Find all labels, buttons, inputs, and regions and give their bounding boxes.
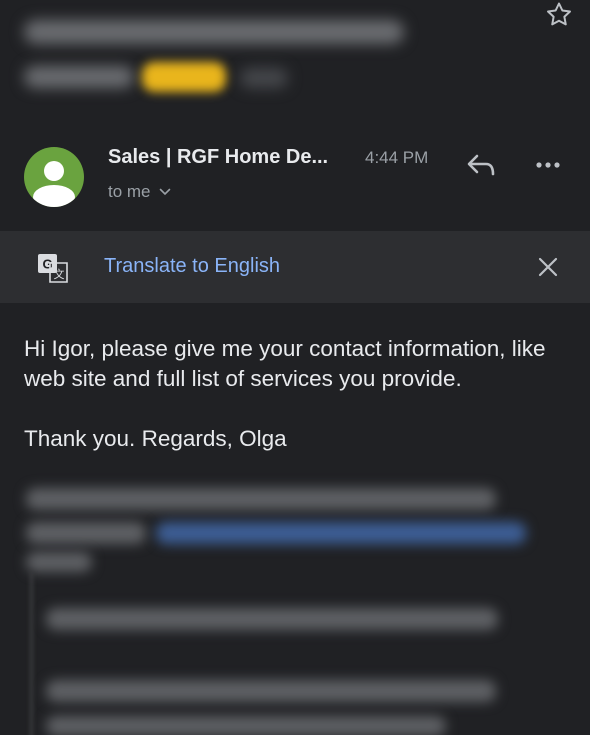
translate-banner: G 文 Translate to English <box>0 231 590 303</box>
translate-link[interactable]: Translate to English <box>104 255 280 278</box>
translate-icon: G 文 <box>38 254 68 283</box>
close-icon[interactable] <box>536 255 560 279</box>
recipient-toggle[interactable]: to me <box>108 182 171 202</box>
email-body: Hi Igor, please give me your contact inf… <box>24 334 574 454</box>
email-header: Sales | RGF Home De... 4:44 PM to me <box>0 140 590 215</box>
svg-text:文: 文 <box>54 267 65 281</box>
sender-name[interactable]: Sales | RGF Home De... <box>108 146 328 169</box>
star-icon[interactable] <box>544 0 574 30</box>
email-subject-blurred <box>22 8 542 98</box>
more-options-icon[interactable] <box>534 155 564 175</box>
recipient-label: to me <box>108 182 151 201</box>
body-paragraph: Hi Igor, please give me your contact inf… <box>24 336 546 391</box>
email-view: Sales | RGF Home De... 4:44 PM to me G 文… <box>0 0 590 735</box>
reply-icon[interactable] <box>464 150 498 180</box>
email-time: 4:44 PM <box>365 148 429 167</box>
person-icon <box>33 161 75 207</box>
svg-text:G: G <box>42 257 52 272</box>
body-paragraph: Thank you. Regards, Olga <box>24 426 287 451</box>
quoted-text-blurred <box>0 480 590 735</box>
sender-avatar[interactable] <box>24 147 84 207</box>
chevron-down-icon <box>159 188 170 196</box>
